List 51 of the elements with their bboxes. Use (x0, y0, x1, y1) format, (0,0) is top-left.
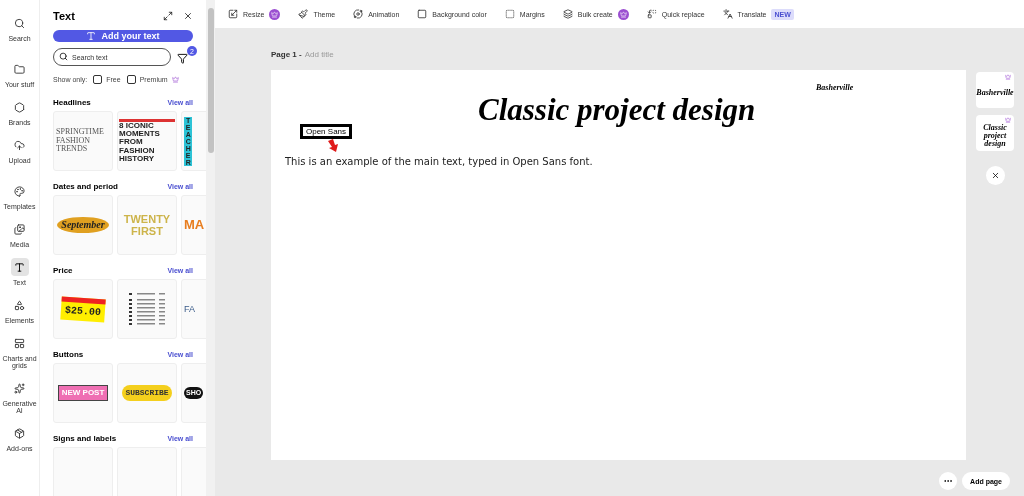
text-style-thumbnail[interactable]: 8 ICONIC MOMENTS FROM FASHION HISTORY (117, 111, 177, 171)
thumbnail-text: NEW POST (57, 385, 109, 401)
thumbnail-text: SPRINGTIME FASHION TRENDS (56, 127, 105, 155)
expand-icon[interactable] (163, 11, 173, 21)
orbit-icon (353, 9, 364, 19)
thumbnail-text: 8 ICONIC MOMENTS FROM FASHION HISTORY (119, 118, 175, 164)
panel-title: Text (53, 10, 75, 22)
text-icon (86, 31, 97, 41)
font-suggestion-card[interactable]: Basherville (976, 72, 1014, 108)
font-suggestion-card[interactable]: Classic project design (976, 115, 1014, 151)
section-title: Dates and period (53, 182, 118, 191)
layers-icon (562, 9, 573, 19)
square-icon (417, 9, 428, 19)
body-text[interactable]: This is an example of the main text, typed in Open Sans font. (285, 156, 593, 167)
thumbnail-text: $25.00 (60, 296, 106, 322)
close-icon[interactable] (183, 11, 193, 21)
callout-label[interactable]: Open Sans (300, 124, 353, 139)
text-style-thumbnail[interactable]: $25.00 (53, 279, 113, 339)
thumbnail-text: FA (184, 303, 195, 315)
add-text-button[interactable]: Add your text (53, 30, 193, 42)
close-icon (990, 171, 1000, 180)
replace-icon (646, 9, 657, 19)
font-preview-text: Basherville (976, 86, 1014, 97)
text-style-thumbnail[interactable] (117, 279, 177, 339)
thumbnail-text: TWENTY FIRST (122, 212, 172, 238)
page-label: Page 1 - (271, 50, 302, 61)
translate-icon (722, 9, 733, 19)
resize-icon (228, 9, 238, 19)
margins-icon (504, 9, 515, 19)
brush-icon (298, 9, 309, 19)
section-title: Headlines (53, 98, 91, 107)
arrow-icon (326, 139, 340, 153)
text-style-thumbnail[interactable]: September (53, 195, 113, 255)
heading-text[interactable]: Classic project design (478, 92, 756, 128)
thumbnail-text: SUBSCRIBE (122, 385, 172, 401)
checkbox[interactable] (126, 75, 136, 84)
text-style-thumbnail[interactable]: SUBSCRIBE (117, 363, 177, 423)
text-style-thumbnail[interactable]: FA (181, 279, 206, 339)
close-button[interactable] (985, 166, 1005, 185)
font-preview-text: Classic project design (982, 121, 1008, 148)
section-title: Buttons (53, 350, 84, 359)
thumbnail-text: September (57, 217, 109, 233)
section-title: Signs and labels (53, 434, 117, 443)
font-name-text[interactable]: Basherville (816, 83, 854, 92)
text-style-thumbnail[interactable]: SPRINGTIME FASHION TRENDS (53, 111, 113, 171)
checkbox[interactable] (93, 75, 103, 84)
more-button[interactable] (939, 472, 958, 490)
section-title: Price (53, 266, 73, 275)
thumbnail-text: MA (184, 217, 205, 233)
filter-icon (177, 53, 188, 64)
search-icon (59, 52, 68, 61)
